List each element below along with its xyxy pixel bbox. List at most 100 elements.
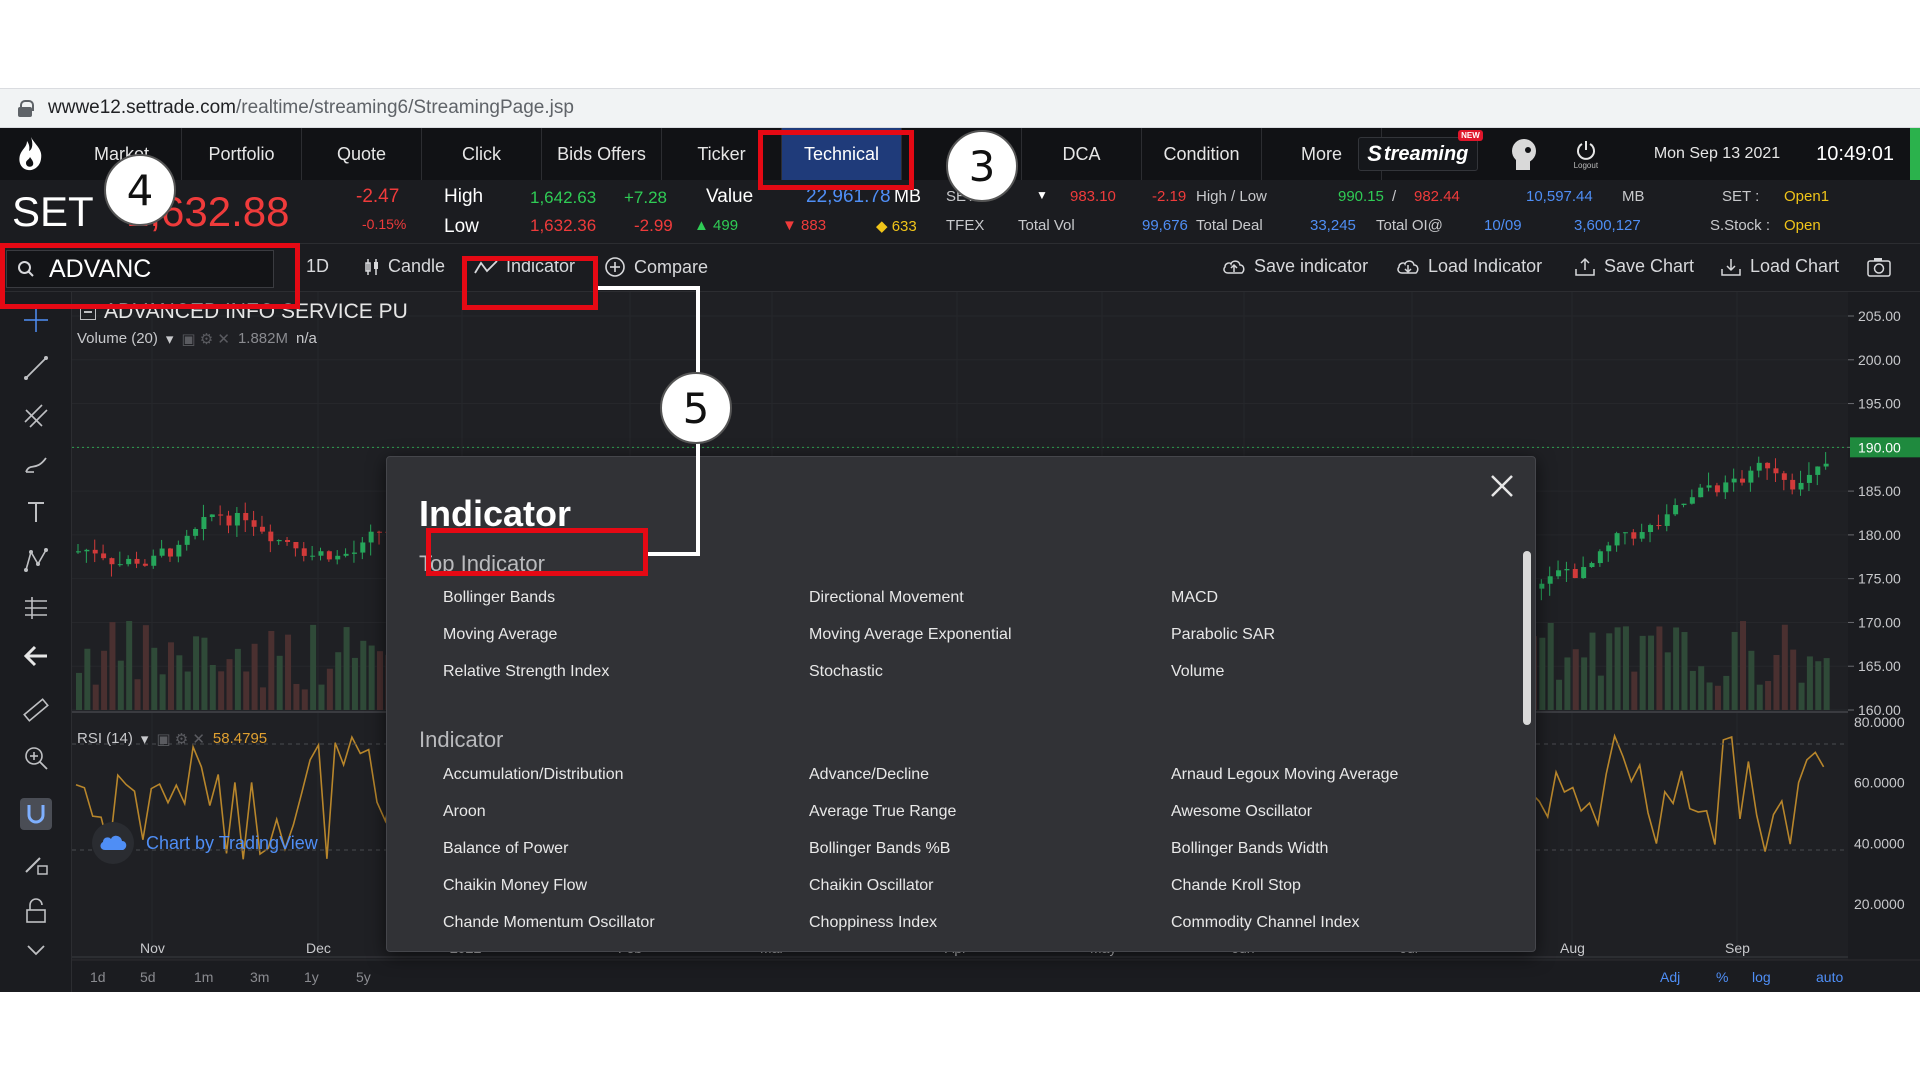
indicator-item[interactable]: Chande Kroll Stop xyxy=(1171,877,1301,895)
nav-portfolio[interactable]: Portfolio xyxy=(182,128,302,180)
scale-toggle[interactable]: Adj xyxy=(1660,969,1680,985)
top-indicator-item[interactable]: Moving Average xyxy=(443,626,557,644)
top-indicator-item[interactable]: Relative Strength Index xyxy=(443,663,609,681)
volume-bar xyxy=(351,657,358,710)
nav-click[interactable]: Click xyxy=(422,128,542,180)
indicator-item[interactable]: Advance/Decline xyxy=(809,766,929,784)
indicator-item[interactable]: Chaikin Oscillator xyxy=(809,877,933,895)
nav-condition[interactable]: Condition xyxy=(1142,128,1262,180)
scale-toggle[interactable]: auto xyxy=(1816,969,1843,985)
back-arrow-icon[interactable] xyxy=(20,640,52,672)
volume-bar xyxy=(1631,671,1638,710)
chevron-down-icon[interactable] xyxy=(20,934,52,966)
magnet-icon[interactable] xyxy=(20,798,52,830)
range-button[interactable]: 1y xyxy=(304,969,319,985)
indicator-item[interactable]: Bollinger Bands %B xyxy=(809,840,950,858)
top-indicator-item[interactable]: MACD xyxy=(1171,589,1218,607)
save-chart-label: Save Chart xyxy=(1604,256,1695,276)
indicator-item[interactable]: Bollinger Bands Width xyxy=(1171,840,1328,858)
close-icon[interactable] xyxy=(1485,469,1519,503)
price-tick-label: 185.00 xyxy=(1858,483,1901,499)
indicator-item[interactable]: Arnaud Legoux Moving Average xyxy=(1171,766,1398,784)
connection-status-bar xyxy=(1910,128,1920,180)
indicator-item[interactable]: Chaikin Money Flow xyxy=(443,877,587,895)
load-indicator-button[interactable]: Load Indicator xyxy=(1396,256,1542,277)
save-indicator-button[interactable]: Save indicator xyxy=(1222,256,1368,277)
brush-icon[interactable] xyxy=(20,448,52,480)
browser-url-bar[interactable]: wwwe12.settrade.com/realtime/streaming6/… xyxy=(0,88,1920,128)
dialog-scrollbar[interactable] xyxy=(1523,551,1531,725)
interval-button[interactable]: 1D xyxy=(306,256,329,277)
candle-body xyxy=(1556,570,1562,577)
indicator-item[interactable]: Chande Momentum Oscillator xyxy=(443,914,655,932)
scale-toggle[interactable]: log xyxy=(1752,969,1771,985)
nav-bids-offers[interactable]: Bids Offers xyxy=(542,128,662,180)
step-3-marker: 3 xyxy=(946,130,1018,202)
range-button[interactable]: 3m xyxy=(250,969,269,985)
indicator-item[interactable]: Balance of Power xyxy=(443,840,568,858)
range-button[interactable]: 5d xyxy=(140,969,156,985)
top-indicator-item[interactable]: Moving Average Exponential xyxy=(809,626,1012,644)
upload-icon xyxy=(1575,257,1595,276)
candle-body xyxy=(1706,485,1712,488)
set50-dropdown-icon[interactable]: ▼ xyxy=(1036,188,1048,202)
prediction-icon[interactable] xyxy=(20,592,52,624)
rsi-legend-icons[interactable]: ▣ ⚙ ✕ xyxy=(156,730,205,748)
logout-button[interactable]: Logout xyxy=(1564,132,1608,176)
load-indicator-label: Load Indicator xyxy=(1428,256,1543,276)
streaming-logo-text: treaming xyxy=(1383,142,1469,165)
cloud-upload-icon xyxy=(1223,259,1245,274)
rsi-dropdown-icon[interactable]: ▾ xyxy=(141,730,149,748)
snapshot-button[interactable] xyxy=(1866,256,1892,278)
range-button[interactable]: 1m xyxy=(194,969,213,985)
pitchfork-icon[interactable] xyxy=(20,400,52,432)
load-chart-button[interactable]: Load Chart xyxy=(1720,256,1839,277)
save-chart-button[interactable]: Save Chart xyxy=(1574,256,1694,277)
candle-label: Candle xyxy=(388,256,446,276)
nav-dca[interactable]: DCA xyxy=(1022,128,1142,180)
indicator-item[interactable]: Accumulation/Distribution xyxy=(443,766,624,784)
candle-body xyxy=(368,531,374,543)
range-button[interactable]: 1d xyxy=(90,969,106,985)
compare-button[interactable]: Compare xyxy=(604,256,708,278)
text-tool-icon[interactable] xyxy=(20,496,52,528)
top-indicator-item[interactable]: Bollinger Bands xyxy=(443,589,555,607)
lock-drawings-icon[interactable] xyxy=(20,848,52,880)
streaming-logo[interactable]: Streaming NEW xyxy=(1357,130,1483,171)
scale-toggle[interactable]: % xyxy=(1716,969,1728,985)
top-indicator-item[interactable]: Parabolic SAR xyxy=(1171,626,1275,644)
top-indicator-item[interactable]: Directional Movement xyxy=(809,589,964,607)
indicator-item[interactable]: Choppiness Index xyxy=(809,914,937,932)
indicator-item[interactable]: Awesome Oscillator xyxy=(1171,803,1312,821)
volume-bar xyxy=(1765,680,1772,710)
unlock-icon[interactable] xyxy=(20,896,52,928)
assistant-head-icon[interactable] xyxy=(1504,134,1544,174)
tradingview-credit[interactable]: Chart by TradingView xyxy=(92,822,318,864)
legend-icons[interactable]: ▣ ⚙ ✕ xyxy=(181,330,230,348)
trend-line-icon[interactable] xyxy=(20,352,52,384)
volume-bar xyxy=(318,684,325,710)
candle-body xyxy=(176,544,182,557)
indicator-item[interactable]: Commodity Channel Index xyxy=(1171,914,1360,932)
pattern-icon[interactable] xyxy=(20,544,52,576)
indicator-item[interactable]: Aroon xyxy=(443,803,486,821)
total-vol-label: Total Vol xyxy=(1018,217,1075,234)
nav-quote[interactable]: Quote xyxy=(302,128,422,180)
top-indicator-item[interactable]: Stochastic xyxy=(809,663,883,681)
volume-bar xyxy=(117,660,124,710)
top-indicator-item[interactable]: Volume xyxy=(1171,663,1224,681)
price-tick-label: 165.00 xyxy=(1858,658,1901,674)
volume-dropdown-icon[interactable]: ▾ xyxy=(166,330,174,348)
annotation-box-technical xyxy=(758,130,914,190)
candle-button[interactable]: Candle xyxy=(364,256,445,277)
volume-bar xyxy=(167,642,174,710)
volume-bar xyxy=(1556,679,1563,710)
range-button[interactable]: 5y xyxy=(356,969,371,985)
zoom-in-icon[interactable] xyxy=(20,742,52,774)
ruler-icon[interactable] xyxy=(20,694,52,726)
candle-body xyxy=(84,549,90,552)
indicator-item[interactable]: Average True Range xyxy=(809,803,956,821)
settrade-logo[interactable] xyxy=(0,128,62,180)
candle-body xyxy=(126,558,132,565)
candle-body xyxy=(1823,463,1829,467)
